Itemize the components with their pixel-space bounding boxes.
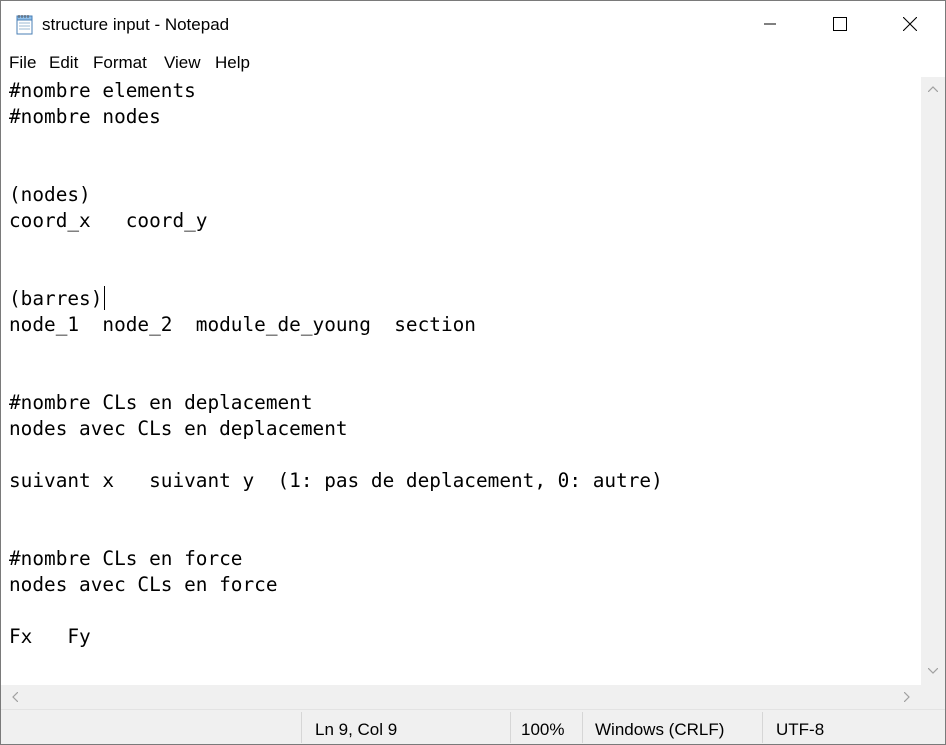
menu-edit[interactable]: Edit [49,53,78,73]
menu-bar: File Edit Format View Help [1,47,945,77]
status-bar: Ln 9, Col 9 100% Windows (CRLF) UTF-8 [1,709,945,744]
status-line-ending: Windows (CRLF) [595,720,725,739]
status-divider [301,712,302,743]
editor-text[interactable]: #nombre elements #nombre nodes (nodes) c… [9,78,663,650]
window-title: structure input - Notepad [42,15,230,34]
minimize-icon [764,23,776,25]
status-divider [510,712,511,743]
status-zoom: 100% [521,720,565,739]
text-editor[interactable]: #nombre elements #nombre nodes (nodes) c… [1,77,921,685]
menu-view[interactable]: View [164,53,201,73]
vertical-scrollbar[interactable] [921,77,945,685]
status-divider [762,712,763,743]
maximize-button[interactable] [805,1,875,47]
scrollbar-corner [921,685,945,709]
title-bar[interactable]: structure input - Notepad [1,1,945,47]
close-icon [903,17,917,31]
text-caret [104,286,105,310]
status-encoding: UTF-8 [776,720,825,739]
scroll-up-arrow-icon[interactable] [925,81,941,97]
notepad-icon [15,13,35,35]
menu-format[interactable]: Format [93,53,147,73]
close-button[interactable] [875,1,945,47]
scroll-right-arrow-icon[interactable] [899,689,915,705]
status-divider [582,712,583,743]
minimize-button[interactable] [735,1,805,47]
menu-file[interactable]: File [9,53,36,73]
scroll-left-arrow-icon[interactable] [7,689,23,705]
horizontal-scrollbar[interactable] [1,685,921,709]
menu-help[interactable]: Help [215,53,250,73]
notepad-window: structure input - Notepad File Edit Form… [0,0,946,745]
maximize-icon [833,17,847,31]
scroll-down-arrow-icon[interactable] [925,663,941,679]
status-cursor-position: Ln 9, Col 9 [315,720,398,739]
